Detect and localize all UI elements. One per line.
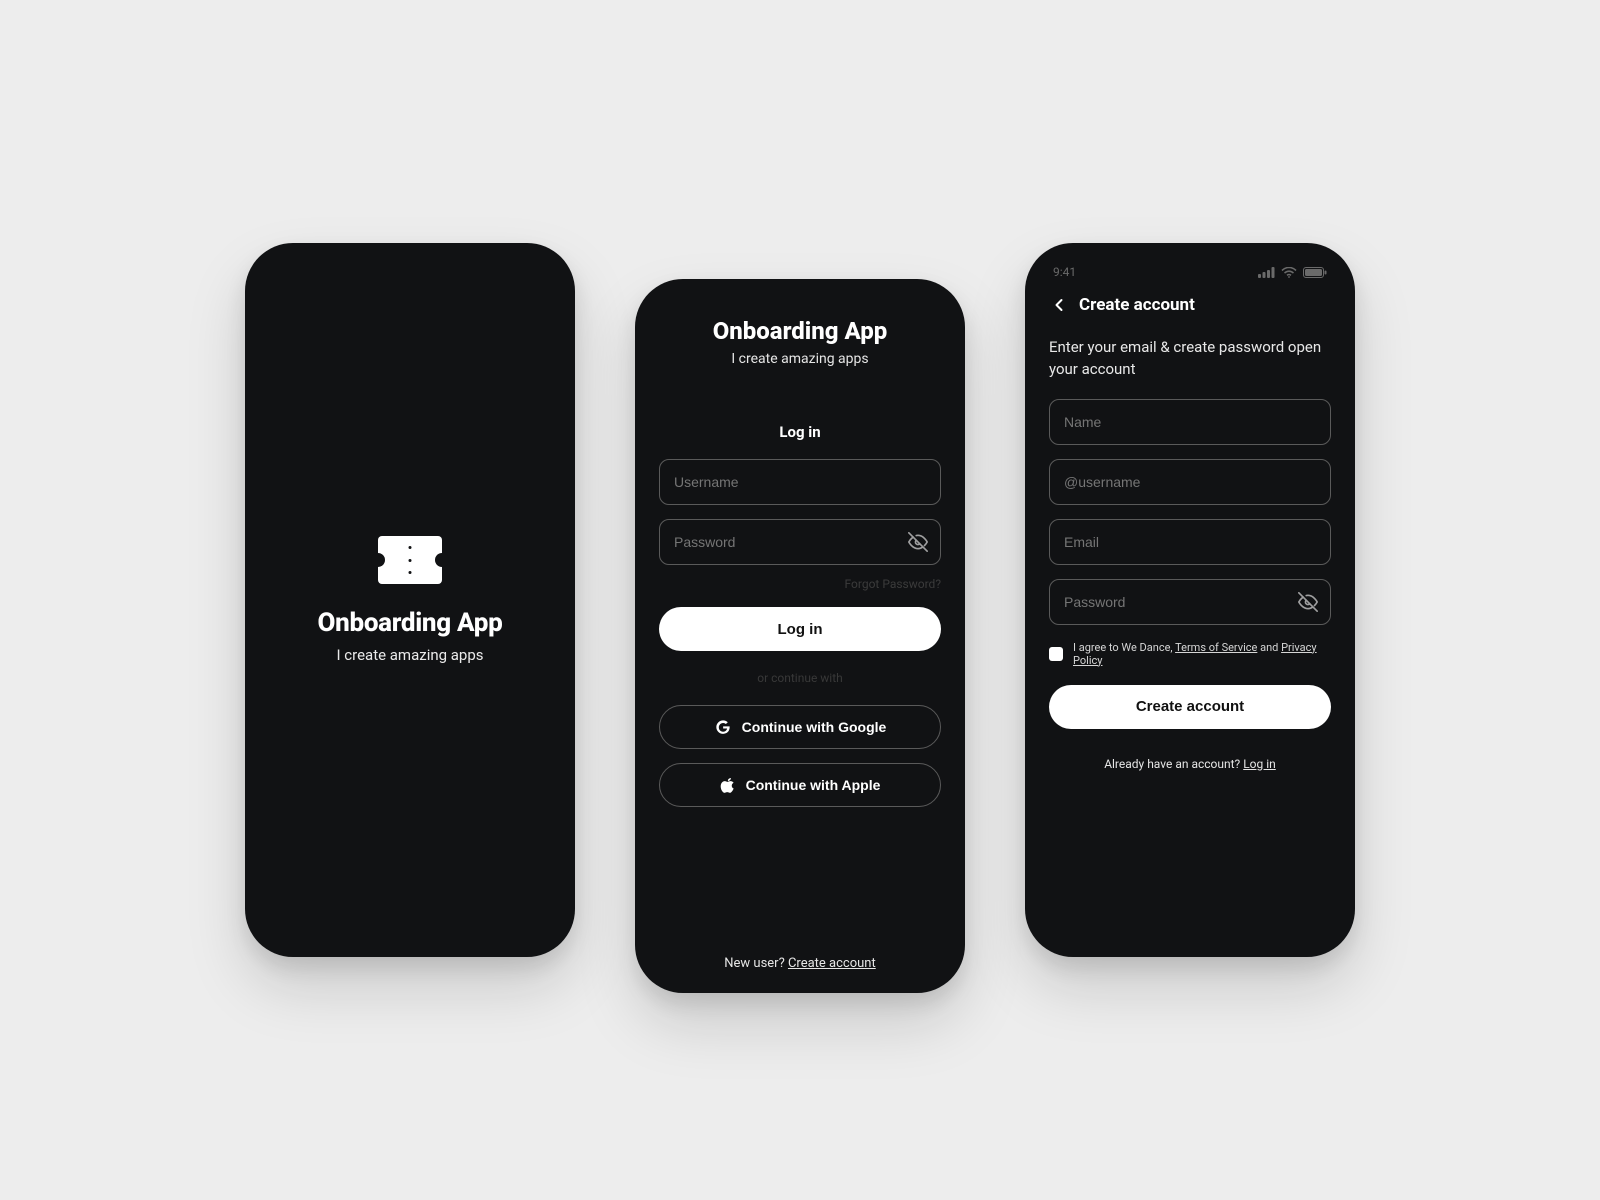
continue-google-label: Continue with Google xyxy=(742,719,887,735)
create-account-button[interactable]: Create account xyxy=(1049,685,1331,729)
continue-apple-button[interactable]: Continue with Apple xyxy=(659,763,941,807)
forgot-password-link[interactable]: Forgot Password? xyxy=(659,577,941,591)
status-bar: 9:41 xyxy=(1049,261,1331,289)
app-title: Onboarding App xyxy=(713,317,888,345)
ticket-icon xyxy=(378,536,442,584)
battery-icon xyxy=(1303,267,1327,278)
username-input[interactable] xyxy=(674,474,926,490)
login-section-label: Log in xyxy=(779,423,820,441)
eye-off-icon[interactable] xyxy=(908,532,928,552)
apple-icon xyxy=(720,776,736,794)
create-account-link[interactable]: Create account xyxy=(788,956,876,971)
password-input[interactable] xyxy=(674,534,926,550)
signal-icon xyxy=(1258,267,1275,278)
create-account-screen: 9:41 Create account Enter your email & c… xyxy=(1025,243,1355,957)
continue-apple-label: Continue with Apple xyxy=(746,777,881,793)
agree-checkbox[interactable] xyxy=(1049,647,1063,661)
continue-google-button[interactable]: Continue with Google xyxy=(659,705,941,749)
login-button[interactable]: Log in xyxy=(659,607,941,651)
already-prompt: Already have an account? xyxy=(1104,757,1243,771)
email-field[interactable] xyxy=(1049,519,1331,565)
login-screen: Onboarding App I create amazing apps Log… xyxy=(635,279,965,993)
password-field[interactable] xyxy=(659,519,941,565)
new-user-footer: New user? Create account xyxy=(635,956,965,971)
agree-row: I agree to We Dance, Terms of Service an… xyxy=(1049,641,1331,667)
app-subtitle: I create amazing apps xyxy=(731,351,868,367)
login-link[interactable]: Log in xyxy=(1243,757,1276,771)
name-input[interactable] xyxy=(1064,414,1316,430)
username-field[interactable] xyxy=(659,459,941,505)
continue-divider: or continue with xyxy=(757,671,843,685)
app-subtitle: I create amazing apps xyxy=(336,646,483,664)
new-user-prompt: New user? xyxy=(724,956,788,971)
eye-off-icon[interactable] xyxy=(1298,592,1318,612)
status-time: 9:41 xyxy=(1053,265,1076,279)
back-icon[interactable] xyxy=(1049,295,1069,315)
wifi-icon xyxy=(1281,267,1297,278)
name-field[interactable] xyxy=(1049,399,1331,445)
username-field[interactable] xyxy=(1049,459,1331,505)
password-field[interactable] xyxy=(1049,579,1331,625)
agree-prefix: I agree to We Dance, xyxy=(1073,641,1175,654)
password-input[interactable] xyxy=(1064,594,1316,610)
page-description: Enter your email & create password open … xyxy=(1049,337,1331,381)
splash-screen: Onboarding App I create amazing apps xyxy=(245,243,575,957)
google-icon xyxy=(714,718,732,736)
email-input[interactable] xyxy=(1064,534,1316,550)
agree-mid: and xyxy=(1257,641,1281,654)
terms-link[interactable]: Terms of Service xyxy=(1175,641,1257,654)
username-input[interactable] xyxy=(1064,474,1316,490)
already-footer: Already have an account? Log in xyxy=(1049,757,1331,771)
page-title: Create account xyxy=(1079,295,1195,315)
app-title: Onboarding App xyxy=(318,608,503,638)
